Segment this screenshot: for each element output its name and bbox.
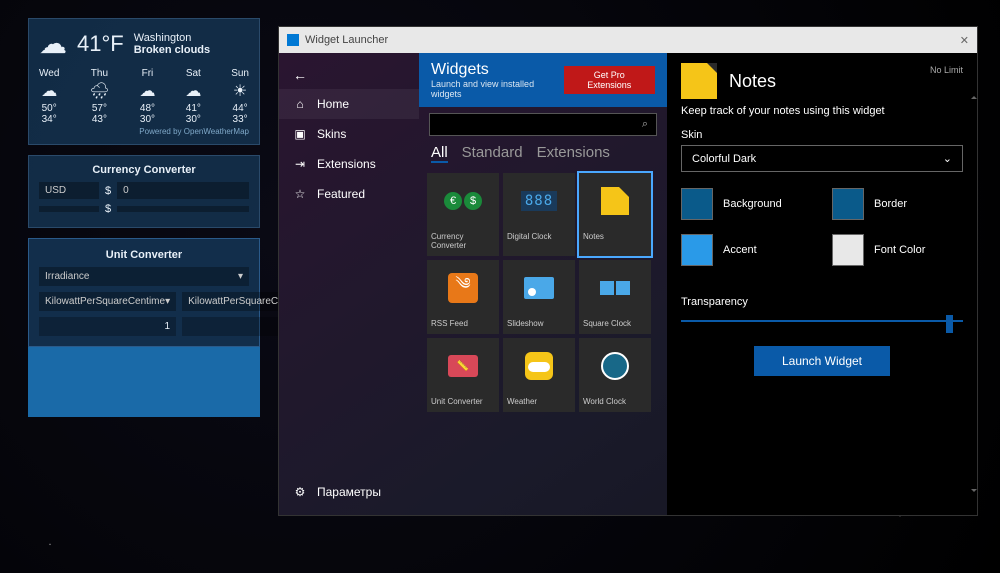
- search-input[interactable]: [430, 114, 634, 135]
- color-swatch[interactable]: [681, 188, 713, 220]
- sq-icon: [579, 260, 651, 316]
- widget-tile-rss[interactable]: ༄ RSS Feed: [427, 260, 499, 334]
- unit-converter-widget[interactable]: Unit Converter Irradiance▾ KilowattPerSq…: [28, 238, 260, 347]
- cc-to-currency[interactable]: [39, 206, 99, 212]
- skin-label: Skin: [681, 129, 963, 141]
- uc-value-a[interactable]: 1: [39, 317, 176, 336]
- sidebar-nav: ← ⌂ Home ▣ Skins ⇥ Extensions ☆ Featured…: [279, 53, 419, 515]
- weather-icon: ☁: [39, 27, 67, 60]
- forecast-day: Sun☀44°33°: [231, 68, 249, 125]
- weather-city: Washington: [134, 32, 210, 44]
- widget-tile-notes[interactable]: Notes: [579, 173, 651, 256]
- widget-list-panel: Widgets Launch and view installed widget…: [419, 53, 667, 515]
- current-temp: 41°F: [77, 31, 124, 57]
- cc-from-currency[interactable]: USD: [39, 182, 99, 199]
- home-icon: ⌂: [293, 97, 307, 111]
- no-limit-label: No Limit: [930, 65, 963, 75]
- swatch-border[interactable]: Border: [832, 188, 963, 220]
- cc-to-amount[interactable]: [117, 206, 249, 212]
- widget-launcher-window: Widget Launcher ✕ ← ⌂ Home ▣ Skins ⇥ Ext…: [278, 26, 978, 516]
- empty-widget[interactable]: [28, 347, 260, 417]
- page-title: Widgets: [431, 61, 564, 79]
- widget-tile-sq[interactable]: Square Clock: [579, 260, 651, 334]
- weather-condition: Broken clouds: [134, 44, 210, 56]
- widget-detail-panel: No Limit Notes Keep track of your notes …: [667, 53, 977, 515]
- uc-title: Unit Converter: [39, 249, 249, 261]
- we-icon: [503, 338, 575, 394]
- widget-tile-slide[interactable]: Slideshow: [503, 260, 575, 334]
- extensions-icon: ⇥: [293, 157, 307, 171]
- window-title: Widget Launcher: [305, 34, 388, 46]
- titlebar[interactable]: Widget Launcher ✕: [279, 27, 977, 53]
- forecast-day: Sat☁41°30°: [185, 68, 201, 125]
- color-swatch[interactable]: [832, 234, 864, 266]
- cc-from-amount[interactable]: 0: [117, 182, 249, 199]
- transparency-slider[interactable]: [681, 314, 963, 328]
- page-subtitle: Launch and view installed widgets: [431, 79, 564, 99]
- nav-item-extensions[interactable]: ⇥ Extensions: [279, 149, 419, 179]
- nav-item-skins[interactable]: ▣ Skins: [279, 119, 419, 149]
- wc-icon: [579, 338, 651, 394]
- get-pro-button[interactable]: Get Pro Extensions: [564, 66, 656, 94]
- forecast-day: Thu🌧57°43°: [89, 68, 109, 125]
- back-button[interactable]: ←: [279, 61, 419, 89]
- app-icon: [287, 34, 299, 46]
- scrollbar[interactable]: [971, 93, 975, 495]
- swatch-accent[interactable]: Accent: [681, 234, 812, 266]
- notes-icon: [681, 63, 717, 99]
- currency-converter-widget[interactable]: Currency Converter USD $ 0 $: [28, 155, 260, 228]
- uc-unit-a[interactable]: KilowattPerSquareCentime▾: [39, 292, 176, 311]
- nav-item-home[interactable]: ⌂ Home: [279, 89, 419, 119]
- widget-tile-dc[interactable]: 888 Digital Clock: [503, 173, 575, 256]
- search-icon[interactable]: ⌕: [634, 114, 656, 135]
- swatch-font-color[interactable]: Font Color: [832, 234, 963, 266]
- detail-description: Keep track of your notes using this widg…: [681, 105, 963, 117]
- nav-settings[interactable]: ⚙ Параметры: [279, 477, 419, 507]
- chevron-down-icon: ⌄: [943, 152, 952, 165]
- detail-title: Notes: [729, 71, 776, 92]
- cc-sym-to: $: [105, 203, 111, 215]
- tab-standard[interactable]: Standard: [462, 144, 523, 163]
- uc-icon: 📏: [427, 338, 499, 394]
- featured-icon: ☆: [293, 187, 307, 201]
- widget-tile-we[interactable]: Weather: [503, 338, 575, 412]
- widget-tile-uc[interactable]: 📏 Unit Converter: [427, 338, 499, 412]
- weather-widget[interactable]: ☁ 41°F Washington Broken clouds Wed☁50°3…: [28, 18, 260, 145]
- cc-title: Currency Converter: [39, 164, 249, 176]
- uc-category[interactable]: Irradiance▾: [39, 267, 249, 286]
- launch-widget-button[interactable]: Launch Widget: [754, 346, 890, 376]
- dc-icon: 888: [503, 173, 575, 229]
- rss-icon: ༄: [427, 260, 499, 316]
- nav-item-featured[interactable]: ☆ Featured: [279, 179, 419, 209]
- search-box[interactable]: ⌕: [429, 113, 657, 136]
- transparency-label: Transparency: [681, 296, 963, 308]
- tab-all[interactable]: All: [431, 144, 448, 163]
- close-icon[interactable]: ✕: [960, 34, 969, 47]
- forecast-day: Wed☁50°34°: [39, 68, 59, 125]
- cc-icon: €$: [427, 173, 499, 229]
- notes-icon: [579, 173, 651, 229]
- slide-icon: [503, 260, 575, 316]
- widget-tile-cc[interactable]: €$ Currency Converter: [427, 173, 499, 256]
- weather-attribution: Powered by OpenWeatherMap: [39, 127, 249, 136]
- tab-extensions[interactable]: Extensions: [537, 144, 610, 163]
- gear-icon: ⚙: [293, 485, 307, 499]
- swatch-background[interactable]: Background: [681, 188, 812, 220]
- color-swatch[interactable]: [832, 188, 864, 220]
- skins-icon: ▣: [293, 127, 307, 141]
- color-swatch[interactable]: [681, 234, 713, 266]
- forecast-day: Fri☁48°30°: [139, 68, 155, 125]
- widget-tile-wc[interactable]: World Clock: [579, 338, 651, 412]
- skin-select[interactable]: Colorful Dark ⌄: [681, 145, 963, 172]
- cc-sym-from: $: [105, 185, 111, 197]
- nav-settings-label: Параметры: [317, 485, 381, 499]
